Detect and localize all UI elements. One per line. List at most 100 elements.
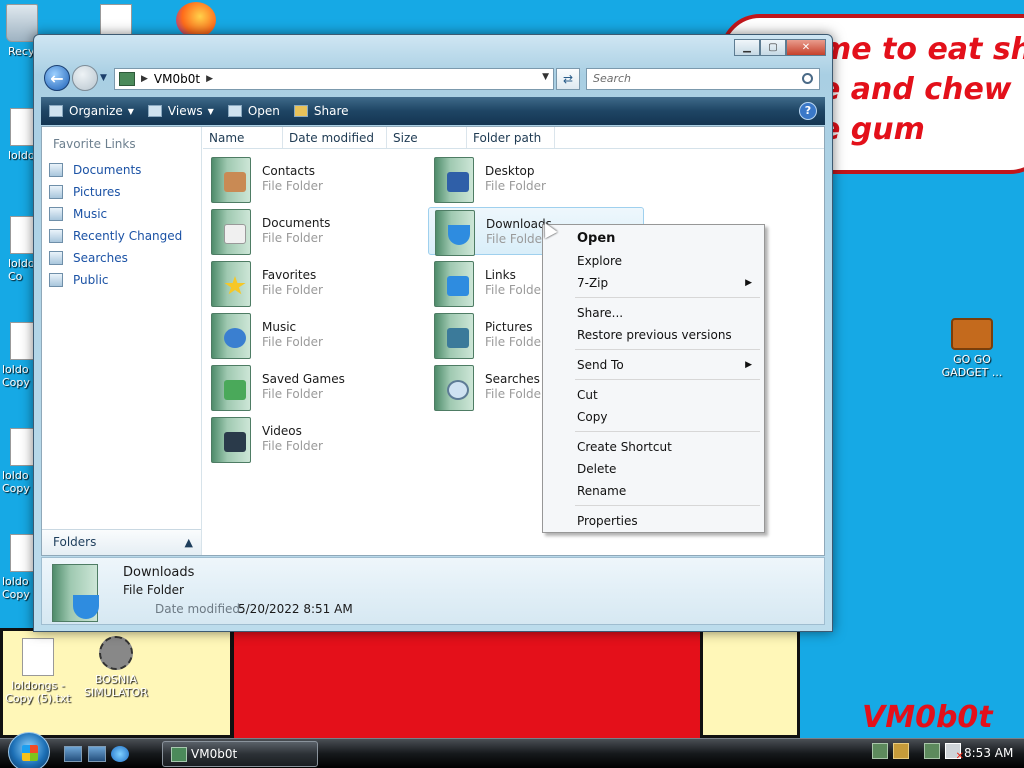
submenu-arrow-icon: ▶ <box>745 278 752 288</box>
menu-item-share[interactable]: Share... <box>545 302 762 324</box>
nav-item-documents[interactable]: Documents <box>42 159 201 181</box>
folder-type: File Folder <box>485 179 546 193</box>
details-modified-label: Date modified: <box>155 602 245 616</box>
organize-button[interactable]: Organize ▼ <box>49 104 134 118</box>
menu-separator <box>575 505 760 506</box>
address-bar[interactable]: ▶ VM0b0t ▶ ▼ <box>114 68 554 90</box>
switch-windows-icon[interactable] <box>88 746 106 762</box>
forward-button[interactable] <box>72 65 98 91</box>
views-button[interactable]: Views ▼ <box>147 104 214 118</box>
search-input[interactable]: Search <box>586 68 820 90</box>
organize-label: Organize <box>69 104 123 118</box>
menu-item-delete[interactable]: Delete <box>545 458 762 480</box>
menu-item-label: Send To <box>577 358 624 372</box>
desktop-icon-label: GO GO GADGET ... <box>941 353 1003 379</box>
chevron-right-icon[interactable]: ▶ <box>206 74 213 84</box>
menu-item-create-shortcut[interactable]: Create Shortcut <box>545 436 762 458</box>
notification-icon[interactable] <box>893 743 909 759</box>
command-bar: Organize ▼ Views ▼ Open Share ? <box>41 97 825 125</box>
recent-pages-dropdown[interactable]: ▼ <box>100 73 110 83</box>
nav-item-pictures[interactable]: Pictures <box>42 181 201 203</box>
minimize-button[interactable]: ▁ <box>734 39 760 56</box>
volume-muted-icon[interactable] <box>945 743 964 762</box>
menu-separator <box>575 297 760 298</box>
folder-favorites[interactable]: Favorites File Folder <box>205 259 421 307</box>
column-name[interactable]: Name <box>203 127 283 148</box>
column-size[interactable]: Size <box>387 127 467 148</box>
text-file-icon <box>22 638 54 676</box>
folder-type: File Folder <box>262 387 323 401</box>
folder-music[interactable]: Music File Folder <box>205 311 421 359</box>
menu-item-open[interactable]: Open <box>545 228 762 250</box>
menu-item-7zip[interactable]: 7-Zip ▶ <box>545 272 762 294</box>
maximize-button[interactable]: ▢ <box>760 39 786 56</box>
close-button[interactable]: ✕ <box>786 39 826 56</box>
folder-type: File Folder <box>262 335 323 349</box>
desktop-folder-icon <box>434 157 474 203</box>
chevron-right-icon[interactable]: ▶ <box>141 74 148 84</box>
menu-separator <box>575 349 760 350</box>
menu-item-rename[interactable]: Rename <box>545 480 762 502</box>
help-button[interactable]: ? <box>799 102 817 120</box>
downloads-folder-icon <box>52 564 99 622</box>
network-icon[interactable] <box>872 743 888 759</box>
menu-item-restore-previous-versions[interactable]: Restore previous versions <box>545 324 762 346</box>
internet-explorer-icon[interactable] <box>111 746 129 762</box>
show-desktop-icon[interactable] <box>64 746 82 762</box>
open-button[interactable]: Open <box>227 104 280 118</box>
nav-item-public[interactable]: Public <box>42 269 201 291</box>
address-dropdown-icon[interactable]: ▼ <box>542 72 549 82</box>
details-pane: Downloads File Folder Date modified: 5/2… <box>41 557 825 625</box>
folders-toggle[interactable]: Folders ▲ <box>42 529 201 555</box>
refresh-button[interactable]: ⇄ <box>556 68 580 90</box>
organize-icon <box>49 105 63 117</box>
folder-desktop[interactable]: Desktop File Folder <box>428 155 644 203</box>
folder-type: File Folder <box>262 179 323 193</box>
share-button[interactable]: Share <box>293 104 349 118</box>
folder-contacts[interactable]: Contacts File Folder <box>205 155 421 203</box>
search-icon[interactable] <box>802 73 813 84</box>
links-folder-icon <box>434 261 474 307</box>
menu-item-cut[interactable]: Cut <box>545 384 762 406</box>
column-date-modified[interactable]: Date modified <box>283 127 387 148</box>
menu-item-properties[interactable]: Properties <box>545 510 762 532</box>
nav-item-searches[interactable]: Searches <box>42 247 201 269</box>
desktop-icon-label: loldongs - Copy (5).txt <box>5 679 71 705</box>
start-button[interactable] <box>8 732 50 768</box>
folder-name: Music <box>262 320 297 334</box>
desktop-icon-go-go-gadget[interactable]: GO GO GADGET ... <box>936 318 1008 379</box>
address-path[interactable]: VM0b0t <box>154 72 200 86</box>
menu-item-explore[interactable]: Explore <box>545 250 762 272</box>
menu-item-send-to[interactable]: Send To ▶ <box>545 354 762 376</box>
nav-item-label: Recently Changed <box>73 229 183 243</box>
folder-saved-games[interactable]: Saved Games File Folder <box>205 363 421 411</box>
clock[interactable]: 8:53 AM <box>964 746 1013 760</box>
desktop-icon-bosnia-simulator[interactable]: BOSNIA SIMULATOR <box>80 636 152 699</box>
chevron-down-icon: ▼ <box>127 106 134 116</box>
details-type: File Folder <box>123 583 184 597</box>
menu-item-copy[interactable]: Copy <box>545 406 762 428</box>
folder-name: Searches <box>485 372 540 386</box>
details-name: Downloads <box>123 565 195 580</box>
system-tray <box>872 743 966 762</box>
nav-item-music[interactable]: Music <box>42 203 201 225</box>
open-label: Open <box>247 104 280 118</box>
folder-documents[interactable]: Documents File Folder <box>205 207 421 255</box>
folder-name: Desktop <box>485 164 535 178</box>
favorites-folder-icon <box>211 261 251 307</box>
folders-label: Folders <box>53 535 97 549</box>
wallpaper-yellow-right <box>700 628 800 738</box>
folder-name: Links <box>485 268 516 282</box>
nav-item-recently-changed[interactable]: Recently Changed <box>42 225 201 247</box>
desktop-icon-text-file[interactable]: loldongs - Copy (5).txt <box>2 638 74 705</box>
chevron-up-icon: ▲ <box>184 536 193 549</box>
display-icon[interactable] <box>924 743 940 759</box>
contacts-folder-icon <box>211 157 251 203</box>
back-button[interactable]: ← <box>44 65 70 91</box>
folder-videos[interactable]: Videos File Folder <box>205 415 421 463</box>
column-folder-path[interactable]: Folder path <box>467 127 555 148</box>
navigation-pane: Favorite Links Documents Pictures Music … <box>42 127 202 555</box>
pictures-folder-icon <box>434 313 474 359</box>
taskbar-window-button[interactable]: VM0b0t <box>162 741 318 767</box>
chevron-down-icon: ▼ <box>207 106 214 116</box>
